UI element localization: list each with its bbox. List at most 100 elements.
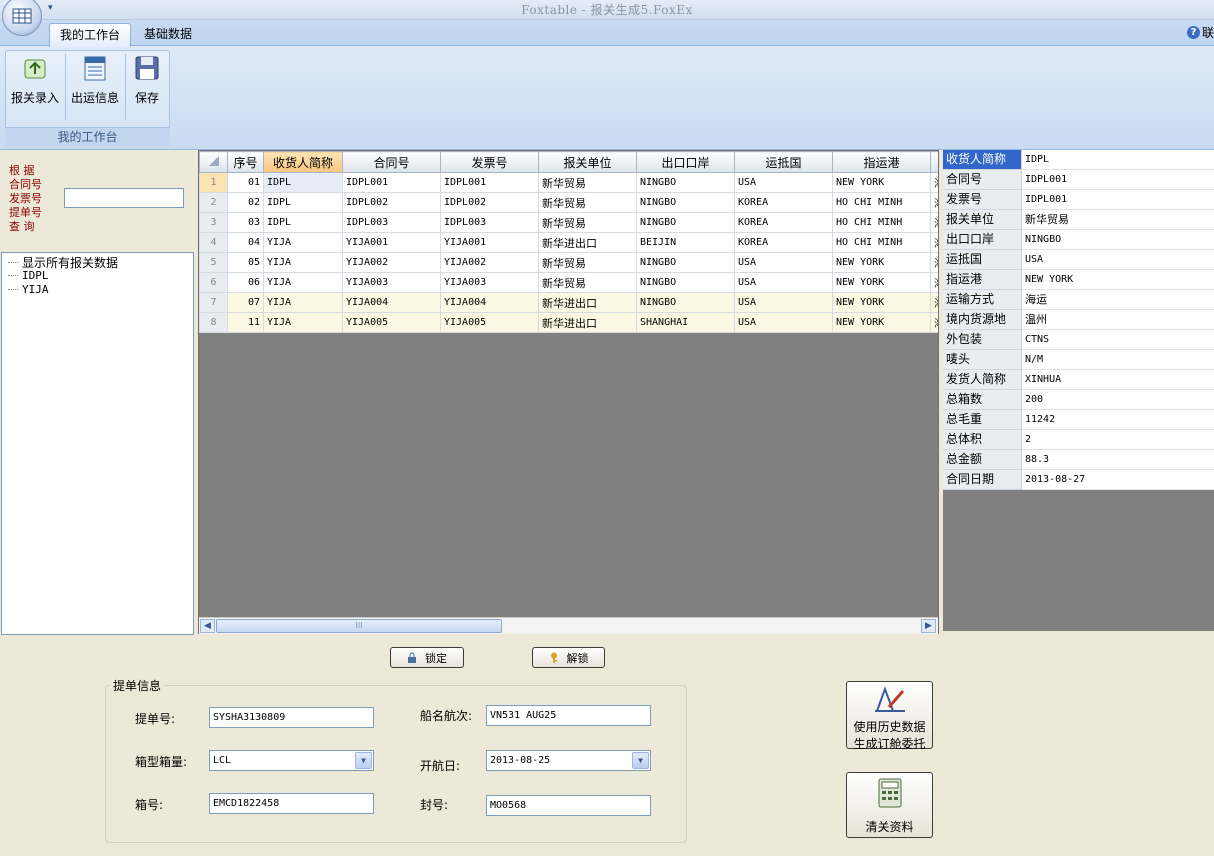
table-cell[interactable]: 07 [227,292,264,313]
tab-workbench[interactable]: 我的工作台 [49,23,132,47]
table-cell[interactable]: 海 [930,252,938,273]
column-header[interactable]: 指运港 [832,151,931,173]
sail-date-picker[interactable]: 2013-08-25 ▼ [486,750,651,771]
vessel-input[interactable]: VN531 AUG25 [486,705,651,726]
table-cell[interactable]: NEW YORK [832,252,931,273]
table-cell[interactable]: IDPL001 [440,172,539,193]
column-header[interactable]: 序号 [227,151,264,173]
table-cell[interactable]: IDPL003 [342,212,441,233]
clearance-docs-button[interactable]: 清关资料 [846,772,933,838]
property-value[interactable]: N/M [1022,350,1214,370]
lock-button[interactable]: 锁定 [390,647,464,668]
table-cell[interactable]: USA [734,252,833,273]
property-row[interactable]: 境内货源地 温州 [943,310,1214,330]
property-row[interactable]: 运抵国 USA [943,250,1214,270]
property-row[interactable]: 指运港 NEW YORK [943,270,1214,290]
table-cell[interactable]: IDPL002 [342,192,441,213]
table-cell[interactable]: NEW YORK [832,292,931,313]
shipping-info-button[interactable]: 出运信息 [68,52,122,122]
table-cell[interactable]: IDPL002 [440,192,539,213]
select-all-corner[interactable] [199,151,228,173]
save-button[interactable]: 保存 [128,52,166,122]
history-booking-button[interactable]: 使用历史数据 生成订舱委托 [846,681,933,751]
column-header[interactable]: 出口口岸 [636,151,735,173]
table-cell[interactable]: 06 [227,272,264,293]
bl-no-input[interactable]: SYSHA3130809 [209,707,374,728]
column-header[interactable]: 合同号 [342,151,441,173]
table-row[interactable]: 1 01 IDPL IDPL001 IDPL001 新华贸易 NINGBO USA NEW YO… [199,172,938,193]
table-cell[interactable]: 新华进出口 [538,232,637,253]
row-number[interactable]: 4 [199,232,228,253]
table-cell[interactable]: YIJA003 [342,272,441,293]
table-cell[interactable]: NEW YORK [832,312,931,333]
row-number[interactable]: 3 [199,212,228,233]
table-cell[interactable]: YIJA004 [440,292,539,313]
property-value[interactable]: IDPL [1022,150,1214,170]
table-cell[interactable]: 02 [227,192,264,213]
table-cell[interactable]: YIJA003 [440,272,539,293]
property-row[interactable]: 总箱数 200 [943,390,1214,410]
table-cell[interactable]: 海 [930,172,938,193]
property-row[interactable]: 报关单位 新华贸易 [943,210,1214,230]
chevron-down-icon[interactable]: ▼ [632,752,649,769]
property-row[interactable]: 唛头 N/M [943,350,1214,370]
property-value[interactable]: IDPL001 [1022,170,1214,190]
table-cell[interactable]: HO CHI MINH [832,212,931,233]
property-value[interactable]: 2013-08-27 [1022,470,1214,490]
table-cell[interactable]: NINGBO [636,172,735,193]
column-header[interactable]: 报关单位 [538,151,637,173]
table-cell[interactable]: NINGBO [636,212,735,233]
help-button[interactable]: ? 联 [1186,24,1214,41]
table-cell[interactable]: HO CHI MINH [832,232,931,253]
table-cell[interactable]: 海 [930,312,938,333]
table-cell[interactable]: 海 [930,232,938,253]
unlock-button[interactable]: 解锁 [532,647,605,668]
table-cell[interactable]: 海 [930,272,938,293]
table-cell[interactable]: USA [734,292,833,313]
table-cell[interactable]: 新华贸易 [538,192,637,213]
horizontal-scrollbar[interactable]: ◀ III ▶ [199,617,938,634]
table-row[interactable]: 5 05 YIJA YIJA002 YIJA002 新华贸易 NINGBO USA NEW YO… [199,252,938,273]
table-row[interactable]: 4 04 YIJA YIJA001 YIJA001 新华进出口 BEIJIN KOREA HO … [199,232,938,253]
table-cell[interactable]: 海 [930,192,938,213]
property-value[interactable]: USA [1022,250,1214,270]
property-value[interactable]: CTNS [1022,330,1214,350]
table-cell[interactable]: YIJA [263,232,343,253]
table-cell[interactable]: YIJA [263,312,343,333]
property-value[interactable]: 2 [1022,430,1214,450]
table-cell[interactable]: 新华贸易 [538,172,637,193]
table-cell[interactable]: 05 [227,252,264,273]
property-row[interactable]: 合同号 IDPL001 [943,170,1214,190]
table-cell[interactable]: YIJA002 [440,252,539,273]
table-cell[interactable]: IDPL003 [440,212,539,233]
table-cell[interactable]: KOREA [734,192,833,213]
table-cell[interactable]: NEW YORK [832,172,931,193]
table-cell[interactable]: YIJA [263,252,343,273]
property-row[interactable]: 总毛重 11242 [943,410,1214,430]
property-value[interactable]: 11242 [1022,410,1214,430]
property-row[interactable]: 收货人简称 IDPL [943,150,1214,170]
table-cell[interactable]: USA [734,312,833,333]
row-number[interactable]: 8 [199,312,228,333]
tree-item-idpl[interactable]: IDPL [8,269,49,282]
row-number[interactable]: 6 [199,272,228,293]
property-value[interactable]: 新华贸易 [1022,210,1214,230]
property-value[interactable]: IDPL001 [1022,190,1214,210]
property-row[interactable]: 发票号 IDPL001 [943,190,1214,210]
table-cell[interactable]: YIJA004 [342,292,441,313]
row-number[interactable]: 2 [199,192,228,213]
customs-data-grid[interactable]: 序号 收货人简称 合同号 发票号 报关单位 出口口岸 运抵国 指运港 送 101… [198,150,939,634]
table-cell[interactable]: 新华进出口 [538,292,637,313]
table-row[interactable]: 2 02 IDPL IDPL002 IDPL002 新华贸易 NINGBO KOREA HO C… [199,192,938,213]
table-cell[interactable]: YIJA [263,292,343,313]
table-cell[interactable]: IDPL [263,212,343,233]
table-cell[interactable]: 03 [227,212,264,233]
property-value[interactable]: 200 [1022,390,1214,410]
table-cell[interactable]: YIJA005 [440,312,539,333]
property-value[interactable]: 温州 [1022,310,1214,330]
row-number[interactable]: 1 [199,172,228,193]
table-cell[interactable]: HO CHI MINH [832,192,931,213]
column-header[interactable]: 送 [930,151,938,173]
scroll-right-icon[interactable]: ▶ [921,619,936,633]
table-row[interactable]: 6 06 YIJA YIJA003 YIJA003 新华贸易 NINGBO USA NEW YO… [199,272,938,293]
